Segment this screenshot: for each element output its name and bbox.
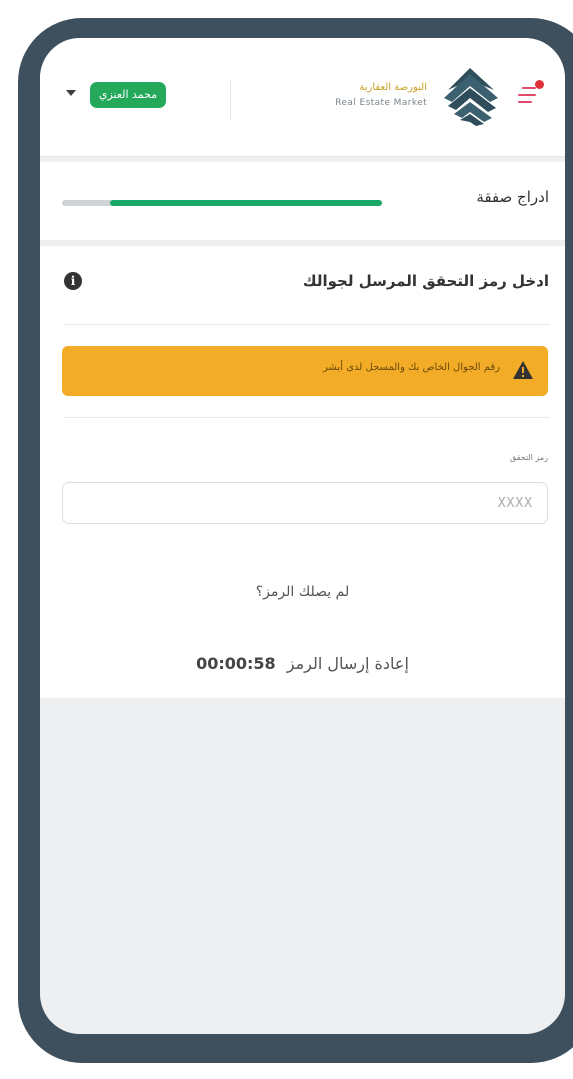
app-screen: البورصة العقارية Real Estate Market محمد…: [40, 38, 565, 1034]
resend-row: إعادة إرسال الرمز 00:00:58: [40, 654, 565, 673]
header-divider: [230, 80, 231, 120]
app-header: البورصة العقارية Real Estate Market محمد…: [40, 38, 565, 157]
divider: [64, 324, 550, 325]
form-heading: ادخل رمز التحقق المرسل لجوالك: [302, 272, 549, 290]
info-icon[interactable]: i: [64, 272, 82, 290]
alert-text: رقم الجوال الخاص بك والمسجل لدى أبشر: [323, 362, 500, 373]
code-field-label: رمز التحقق: [509, 453, 548, 462]
verification-form: ادخل رمز التحقق المرسل لجوالك i رقم الجو…: [40, 246, 565, 698]
warning-alert: رقم الجوال الخاص بك والمسجل لدى أبشر: [62, 346, 548, 396]
progress-card: ادراج صفقة: [40, 162, 565, 240]
hamburger-menu-icon[interactable]: [518, 80, 544, 106]
logo-arabic-text: البورصة العقارية: [359, 82, 427, 93]
step-title: ادراج صفقة: [476, 188, 549, 206]
caret-down-icon[interactable]: [66, 90, 76, 96]
countdown-timer: 00:00:58: [196, 654, 276, 673]
divider: [64, 417, 550, 418]
resend-question: لم يصلك الرمز؟: [255, 584, 350, 600]
progress-track: [62, 200, 382, 206]
verification-code-input[interactable]: [62, 482, 548, 524]
warning-triangle-icon: [513, 361, 533, 379]
progress-fill: [110, 200, 382, 206]
real-estate-market-logo: [444, 68, 498, 126]
notification-dot: [535, 80, 544, 89]
logo-english-text: Real Estate Market: [335, 98, 427, 108]
resend-code-link[interactable]: إعادة إرسال الرمز: [287, 654, 409, 673]
user-name-badge[interactable]: محمد العنزي: [90, 82, 166, 108]
